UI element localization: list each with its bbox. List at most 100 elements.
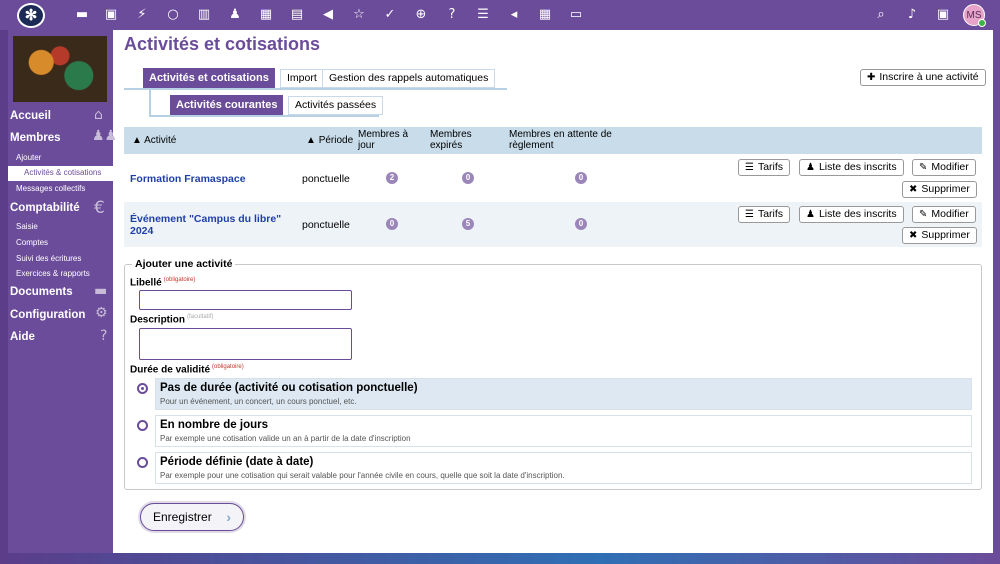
folder-icon[interactable]: ▬ xyxy=(73,6,91,24)
tarifs-label: Tarifs xyxy=(757,208,784,220)
page-title: Activités et cotisations xyxy=(124,34,321,54)
tag-icon[interactable]: ◂ xyxy=(505,6,523,24)
sidebar-item-exercices[interactable]: Exercices & rapports xyxy=(16,269,90,278)
option-title: Pas de durée (activité ou cotisation pon… xyxy=(160,382,418,394)
archive-icon[interactable]: ▣ xyxy=(934,6,952,24)
count-expires-badge[interactable]: 5 xyxy=(462,218,474,230)
app-logo[interactable]: ✻ xyxy=(17,3,45,28)
tab-import[interactable]: Import xyxy=(280,69,324,88)
option-pas-de-duree[interactable]: Pas de durée (activité ou cotisation pon… xyxy=(155,378,972,410)
sidebar-item-comptabilite[interactable]: Comptabilité xyxy=(10,202,80,214)
modifier-button[interactable]: ✎ Modifier xyxy=(912,159,976,176)
subtab-bracket xyxy=(149,90,151,116)
liste-inscrits-label: Liste des inscrits xyxy=(818,161,897,173)
plus-icon: ✚ xyxy=(867,72,876,83)
option-nombre-jours[interactable]: En nombre de jours Par exemple une cotis… xyxy=(155,415,972,447)
count-a-jour-badge[interactable]: 0 xyxy=(386,218,398,230)
liste-inscrits-button[interactable]: ♟ Liste des inscrits xyxy=(799,206,904,223)
option-description: Pour un événement, un concert, un cours … xyxy=(160,397,357,406)
bell-icon[interactable]: ♪ xyxy=(903,6,921,24)
sidebar-item-suivi[interactable]: Suivi des écritures xyxy=(16,254,81,263)
help-icon[interactable]: ? xyxy=(443,6,461,24)
tab-activites-passees[interactable]: Activités passées xyxy=(288,96,384,115)
bolt-icon[interactable]: ⚡ xyxy=(133,6,151,24)
sidebar-item-configuration[interactable]: Configuration xyxy=(10,309,85,321)
modifier-label: Modifier xyxy=(931,208,969,220)
grid-icon[interactable]: ▦ xyxy=(536,6,554,24)
column-header-periode-label: Période xyxy=(318,135,354,146)
description-textarea[interactable] xyxy=(139,328,352,360)
libelle-input[interactable] xyxy=(139,290,352,310)
count-attente-badge[interactable]: 0 xyxy=(575,172,587,184)
sidebar-item-aide[interactable]: Aide xyxy=(10,331,35,343)
tab-activites-cotisations[interactable]: Activités et cotisations xyxy=(143,68,275,88)
save-button[interactable]: Enregistrer › xyxy=(140,503,244,531)
count-expires-badge[interactable]: 0 xyxy=(462,172,474,184)
radio-periode-definie[interactable] xyxy=(137,457,148,468)
sidebar-item-saisie[interactable]: Saisie xyxy=(16,222,38,231)
sidebar-item-comptes[interactable]: Comptes xyxy=(16,238,48,247)
pencil-icon: ✎ xyxy=(919,209,928,220)
search-icon[interactable]: ○ xyxy=(164,6,182,24)
optional-marker: (facultatif) xyxy=(187,314,214,320)
activity-period: ponctuelle xyxy=(302,173,350,185)
add-activity-legend: Ajouter une activité xyxy=(132,258,236,270)
list-icon: ☰ xyxy=(745,209,754,220)
duree-label: Durée de validité (obligatoire) xyxy=(130,364,244,375)
sidebar-item-ajouter[interactable]: Ajouter xyxy=(16,153,41,162)
liste-inscrits-button[interactable]: ♟ Liste des inscrits xyxy=(799,159,904,176)
modifier-button[interactable]: ✎ Modifier xyxy=(912,206,976,223)
supprimer-button[interactable]: ✖ Supprimer xyxy=(902,227,977,244)
activity-name-link[interactable]: Formation Framaspace xyxy=(130,173,246,185)
tab-activites-courantes[interactable]: Activités courantes xyxy=(170,95,284,115)
top-navbar: ✻ ▬ ▣ ⚡ ○ ▥ ♟ ▦ ▤ ◀ ☆ ✓ ⊕ ? ☰ ◂ ▦ ▭ ⌕ ♪ … xyxy=(0,0,1000,30)
tarifs-button[interactable]: ☰ Tarifs xyxy=(738,159,791,176)
globe-icon[interactable]: ⊕ xyxy=(412,6,430,24)
supprimer-label: Supprimer xyxy=(921,229,970,241)
tarifs-button[interactable]: ☰ Tarifs xyxy=(738,206,791,223)
sidebar-banner-image xyxy=(13,36,107,102)
sidebar-item-accueil[interactable]: Accueil xyxy=(10,110,51,122)
sparkle-icon[interactable]: ☆ xyxy=(350,6,368,24)
search-icon[interactable]: ⌕ xyxy=(872,6,890,24)
sidebar-item-documents[interactable]: Documents xyxy=(10,286,73,298)
list-icon[interactable]: ☰ xyxy=(474,6,492,24)
close-icon: ✖ xyxy=(909,230,918,241)
radio-nombre-jours[interactable] xyxy=(137,420,148,431)
count-attente-badge[interactable]: 0 xyxy=(575,218,587,230)
printer-icon[interactable]: ▤ xyxy=(288,6,306,24)
check-icon[interactable]: ✓ xyxy=(381,6,399,24)
calendar-icon[interactable]: ▦ xyxy=(257,6,275,24)
column-header-en-attente: Membres en attente de règlement xyxy=(509,129,612,151)
sidebar-item-messages[interactable]: Messages collectifs xyxy=(16,184,85,193)
column-header-activite-label: Activité xyxy=(144,135,177,146)
required-marker: (obligatoire) xyxy=(212,364,244,370)
tab-underline xyxy=(124,88,507,90)
laptop-icon[interactable]: ▭ xyxy=(567,6,585,24)
sidebar-item-activites-active[interactable]: Activités & cotisations xyxy=(8,166,113,181)
count-a-jour-badge[interactable]: 2 xyxy=(386,172,398,184)
required-marker: (obligatoire) xyxy=(163,277,196,283)
sidebar-item-label: Activités & cotisations xyxy=(24,168,102,177)
users-icon: ♟ xyxy=(806,209,815,220)
libelle-label: Libellé (obligatoire) xyxy=(130,277,195,288)
activity-name-link[interactable]: Événement "Campus du libre" 2024 xyxy=(130,213,290,237)
radio-pas-de-duree[interactable] xyxy=(137,383,148,394)
users-icon[interactable]: ♟ xyxy=(226,6,244,24)
subtab-underline xyxy=(149,115,379,117)
supprimer-button[interactable]: ✖ Supprimer xyxy=(902,181,977,198)
option-description: Par exemple pour une cotisation qui sera… xyxy=(160,471,565,480)
inscribe-activity-button[interactable]: ✚ Inscrire à une activité xyxy=(860,69,986,86)
image-icon[interactable]: ▣ xyxy=(102,6,120,24)
description-label-text: Description xyxy=(130,314,186,326)
option-periode-definie[interactable]: Période définie (date à date) Par exempl… xyxy=(155,452,972,484)
avatar[interactable]: MS xyxy=(963,4,986,27)
tab-rappels[interactable]: Gestion des rappels automatiques xyxy=(322,69,496,88)
column-header-periode[interactable]: ▲ Période xyxy=(306,135,353,146)
sidebar-item-membres[interactable]: Membres xyxy=(10,132,61,144)
column-header-activite[interactable]: ▲ Activité xyxy=(132,135,176,146)
list-icon: ☰ xyxy=(745,162,754,173)
libelle-label-text: Libellé xyxy=(130,277,162,289)
columns-icon[interactable]: ▥ xyxy=(195,6,213,24)
megaphone-icon[interactable]: ◀ xyxy=(319,6,337,24)
